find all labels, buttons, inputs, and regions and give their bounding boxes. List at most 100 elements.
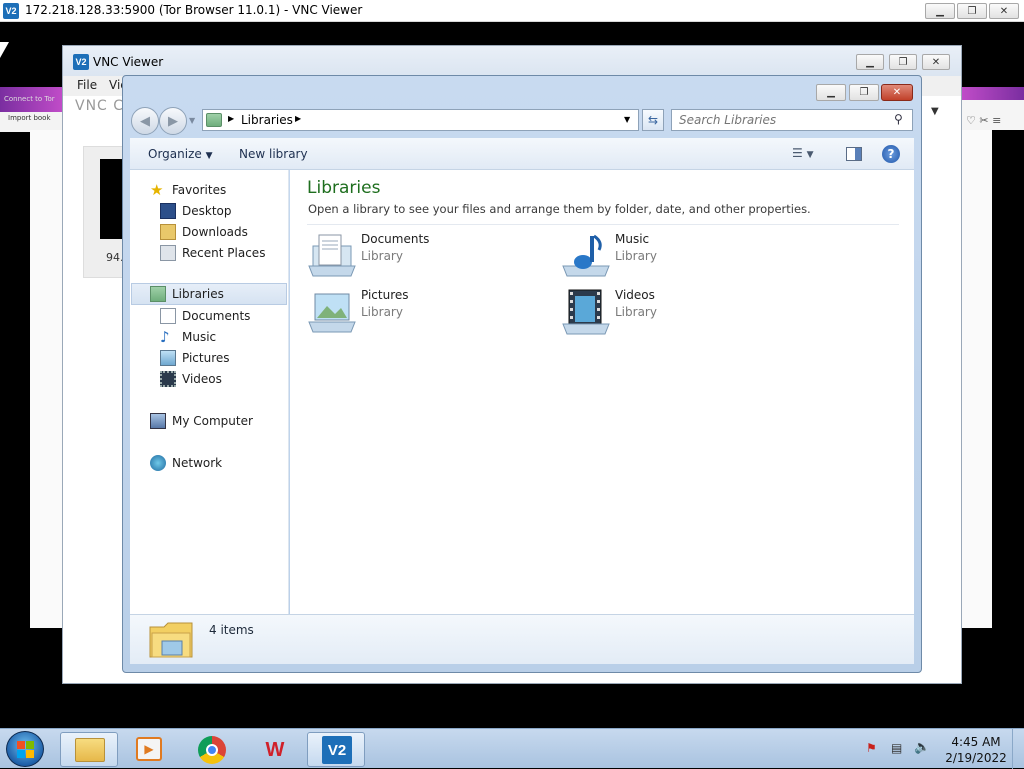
vnc-restore-button[interactable]: ❐	[889, 54, 917, 70]
nav-libraries[interactable]: Libraries	[131, 283, 287, 305]
nav-pictures[interactable]: Pictures	[160, 348, 230, 368]
music-icon: ♪	[160, 328, 170, 346]
explorer-minimize-button[interactable]: ▁	[816, 84, 846, 101]
documents-icon	[160, 308, 176, 324]
music-library-icon	[561, 232, 611, 282]
computer-icon	[150, 413, 166, 429]
library-name: Music	[615, 232, 650, 246]
refresh-button[interactable]: ⇆	[642, 109, 664, 131]
address-dropdown-icon[interactable]: ▼	[624, 115, 630, 124]
library-videos[interactable]: Videos Library	[561, 288, 801, 340]
tor-bookmarks-text: Import book	[8, 114, 51, 122]
new-library-button[interactable]: New library	[239, 147, 308, 161]
breadcrumb-expand-icon[interactable]: ▶	[295, 114, 301, 123]
search-box[interactable]: ⚲	[671, 109, 913, 131]
library-pictures[interactable]: Pictures Library	[307, 288, 547, 340]
shield-icon[interactable]: ♡ ✂ ≡	[966, 114, 1001, 127]
breadcrumb-libraries[interactable]: Libraries	[241, 113, 293, 127]
tor-strip-text: Connect to Tor	[4, 95, 55, 103]
nav-music[interactable]: ♪ Music	[160, 327, 216, 347]
details-pane: 4 items	[130, 614, 914, 664]
volume-icon[interactable]: 🔈	[914, 740, 932, 756]
view-details-icon: ☰	[792, 146, 803, 160]
forward-arrow-icon: ▶	[168, 113, 178, 129]
vnc-viewer-titlebar: V2 VNC Viewer ▁ ❐ ✕	[63, 46, 961, 76]
nav-my-computer[interactable]: My Computer	[150, 411, 253, 431]
content-divider	[307, 224, 899, 225]
taskbar-explorer[interactable]	[60, 732, 118, 767]
nav-recent-places[interactable]: Recent Places	[160, 243, 265, 263]
preview-pane-button[interactable]	[846, 147, 862, 161]
library-type: Library	[615, 305, 657, 319]
downloads-icon	[160, 224, 176, 240]
recent-places-icon	[160, 245, 176, 261]
menu-file[interactable]: File	[77, 78, 97, 92]
tile-label: 94.	[106, 251, 124, 264]
outer-close-button[interactable]: ✕	[989, 3, 1019, 19]
chevron-down-icon[interactable]: ▼	[931, 106, 939, 117]
search-icon[interactable]: ⚲	[894, 112, 903, 126]
nav-recent-places-label: Recent Places	[182, 246, 266, 260]
library-documents[interactable]: Documents Library	[307, 232, 547, 284]
network-icon	[150, 455, 166, 471]
chrome-icon	[198, 736, 226, 764]
help-icon: ?	[887, 147, 895, 161]
clock-time: 4:45 AM	[951, 735, 1001, 749]
vnc-close-button[interactable]: ✕	[922, 54, 950, 70]
vnc-connection-tile[interactable]: 94.	[83, 146, 126, 278]
taskbar-vnc-viewer[interactable]: V2	[307, 732, 365, 767]
help-button[interactable]: ?	[882, 145, 900, 163]
nav-music-label: Music	[182, 330, 217, 344]
tray-clock[interactable]: 4:45 AM 2/19/2022	[945, 734, 1007, 766]
recent-pages-dropdown[interactable]: ▼	[189, 116, 195, 125]
taskbar-media-player[interactable]: ▶	[120, 732, 178, 767]
nav-favorites-label: Favorites	[172, 183, 227, 197]
nav-downloads[interactable]: Downloads	[160, 222, 248, 242]
nav-documents[interactable]: Documents	[160, 306, 250, 326]
vnc-logo-icon: V2	[3, 3, 19, 19]
tor-page-left	[30, 130, 62, 628]
nav-documents-label: Documents	[182, 309, 251, 323]
view-options-button[interactable]: ☰ ▼	[792, 146, 828, 164]
explorer-close-button[interactable]: ✕	[881, 84, 913, 101]
vnc-minimize-button[interactable]: ▁	[856, 54, 884, 70]
preview-pane-icon	[855, 148, 861, 160]
videos-library-icon	[561, 288, 611, 338]
breadcrumb-separator-icon: ▶	[228, 114, 235, 123]
library-name: Documents	[361, 232, 430, 246]
libraries-small-icon	[206, 113, 222, 127]
tor-toolbar-left: Import book	[0, 112, 62, 132]
start-button[interactable]	[6, 731, 44, 767]
nav-desktop[interactable]: Desktop	[160, 201, 232, 221]
chevron-down-icon: ▼	[806, 150, 814, 160]
explorer-window: ▁ ❐ ✕ ◀ ▶ ▼ ▶ Libraries ▶ ▼ ⇆ ⚲ Organize…	[122, 75, 922, 673]
library-name: Videos	[615, 288, 655, 302]
address-bar[interactable]: ▶ Libraries ▶ ▼	[202, 109, 639, 131]
explorer-icon	[75, 738, 105, 762]
nav-favorites[interactable]: ★ Favorites	[150, 180, 226, 200]
media-player-icon: ▶	[136, 737, 162, 761]
back-button[interactable]: ◀	[131, 107, 159, 135]
search-input[interactable]	[672, 110, 887, 130]
documents-library-icon	[307, 232, 357, 282]
action-center-icon[interactable]: ⚑	[866, 741, 882, 757]
outer-restore-button[interactable]: ❐	[957, 3, 987, 19]
navigation-pane: ★ Favorites Desktop Downloads Recent Plac…	[130, 170, 289, 614]
libraries-folder-icon	[148, 619, 194, 661]
nav-network-label: Network	[172, 456, 223, 470]
taskbar-chrome[interactable]	[183, 732, 241, 767]
nav-downloads-label: Downloads	[182, 225, 248, 239]
nav-videos[interactable]: Videos	[160, 369, 222, 389]
nav-network[interactable]: Network	[150, 453, 222, 473]
pictures-icon	[160, 350, 176, 366]
organize-button[interactable]: Organize ▼	[148, 147, 213, 161]
explorer-maximize-button[interactable]: ❐	[849, 84, 879, 101]
library-name: Pictures	[361, 288, 409, 302]
network-tray-icon[interactable]: ▤	[891, 741, 907, 757]
vnc-viewer-icon: V2	[322, 736, 352, 764]
forward-button[interactable]: ▶	[159, 107, 187, 135]
taskbar-wps[interactable]: W	[246, 732, 304, 767]
outer-minimize-button[interactable]: ▁	[925, 3, 955, 19]
show-desktop-button[interactable]	[1012, 729, 1024, 769]
library-music[interactable]: Music Library	[561, 232, 801, 284]
